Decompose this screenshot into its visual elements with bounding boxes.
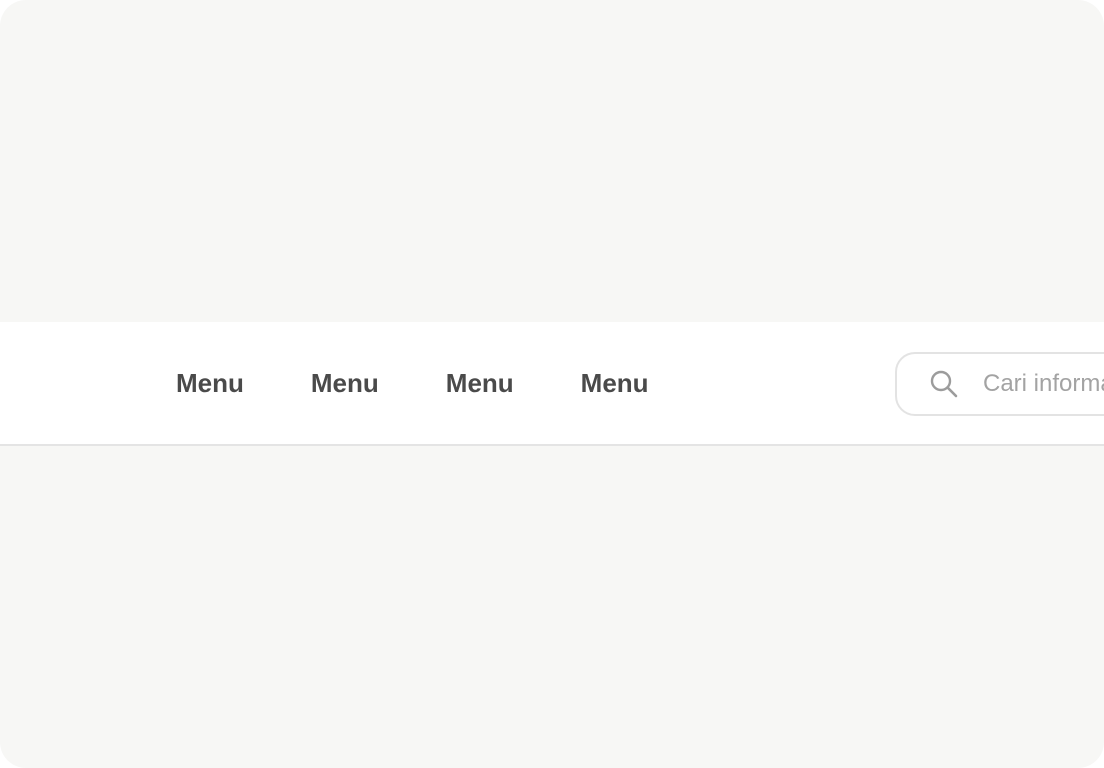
search-input[interactable] bbox=[983, 370, 1104, 398]
nav-menu-item-1[interactable]: Menu bbox=[176, 370, 244, 396]
nav-menu-item-4[interactable]: Menu bbox=[581, 370, 649, 396]
app-canvas: Menu Menu Menu Menu bbox=[0, 0, 1104, 768]
nav-menu: Menu Menu Menu Menu bbox=[176, 322, 649, 444]
nav-menu-item-3[interactable]: Menu bbox=[446, 370, 514, 396]
search-icon bbox=[929, 369, 959, 399]
navbar: Menu Menu Menu Menu bbox=[0, 322, 1104, 446]
search-box[interactable] bbox=[895, 352, 1104, 416]
nav-menu-item-2[interactable]: Menu bbox=[311, 370, 379, 396]
